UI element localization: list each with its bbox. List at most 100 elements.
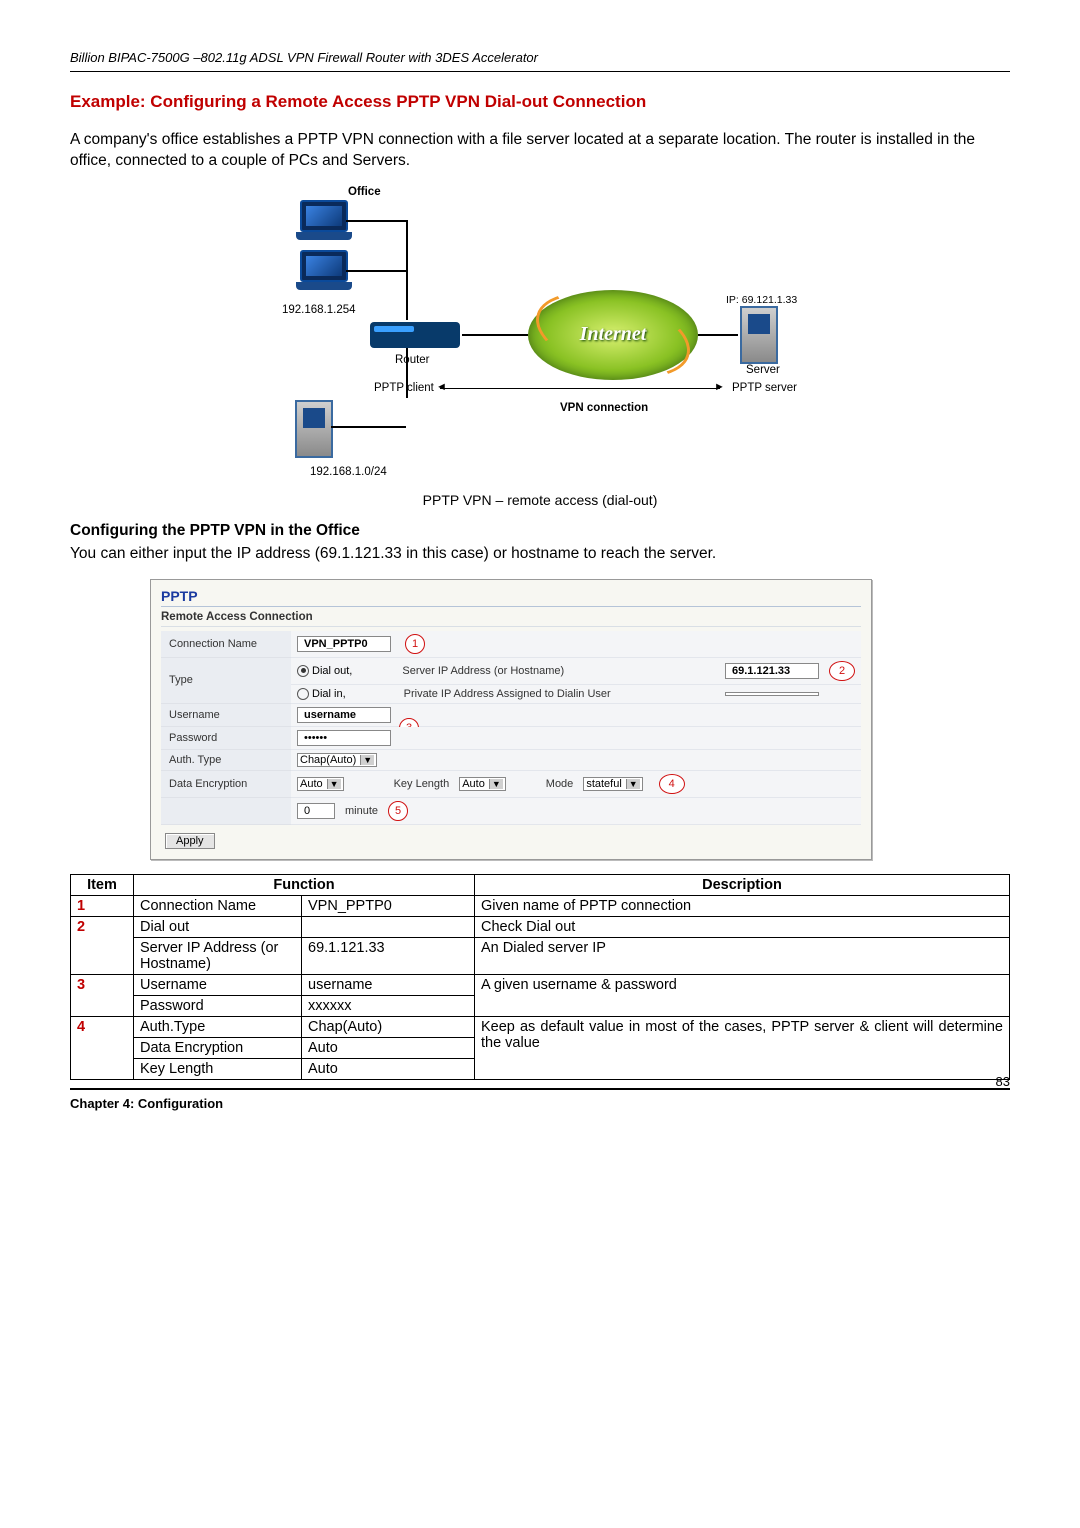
server-label: Server <box>746 364 780 376</box>
connector-line <box>346 270 406 272</box>
table-cell: An Dialed server IP <box>475 937 1010 974</box>
chevron-down-icon: ▼ <box>360 755 374 765</box>
password-input[interactable]: •••••• <box>297 730 391 746</box>
diagram-caption: PPTP VPN – remote access (dial-out) <box>423 492 658 508</box>
chevron-down-icon: ▼ <box>327 779 341 789</box>
col-item: Item <box>71 874 134 895</box>
chapter-label: Chapter 4: Configuration <box>70 1096 223 1111</box>
table-cell: 3 <box>71 974 134 1016</box>
pptp-server-label: PPTP server <box>732 382 797 394</box>
connector-line <box>462 334 528 336</box>
table-cell: Connection Name <box>134 895 302 916</box>
minute-label: minute <box>345 805 378 817</box>
table-cell: Key Length <box>134 1058 302 1079</box>
panel-subtitle: Remote Access Connection <box>161 611 861 627</box>
private-ip-label: Private IP Address Assigned to Dialin Us… <box>404 688 611 700</box>
chevron-down-icon: ▼ <box>626 779 640 789</box>
authtype-select[interactable]: Chap(Auto)▼ <box>297 753 377 767</box>
mode-select[interactable]: stateful▼ <box>583 777 642 791</box>
callout-2: 2 <box>829 661 855 681</box>
server-ip-input[interactable]: 69.1.121.33 <box>725 663 819 679</box>
laptop-icon <box>300 250 348 282</box>
server-icon <box>295 400 333 458</box>
laptop-icon <box>300 200 348 232</box>
server-ip-label: IP: 69.121.1.33 <box>726 294 797 306</box>
router-ip-label: 192.168.1.254 <box>282 304 356 316</box>
dialin-radio[interactable]: Dial in, <box>297 688 346 700</box>
table-cell: Server IP Address (or Hostname) <box>134 937 302 974</box>
vpn-conn-label: VPN connection <box>560 402 648 414</box>
table-cell: 4 <box>71 1016 134 1079</box>
connector-line <box>698 334 738 336</box>
keylen-label: Key Length <box>394 778 450 790</box>
section-title: Example: Configuring a Remote Access PPT… <box>70 92 1010 112</box>
header-rule <box>70 71 1010 72</box>
reference-table: Item Function Description 1 Connection N… <box>70 874 1010 1080</box>
table-cell: Username <box>134 974 302 995</box>
conn-name-input[interactable]: VPN_PPTP0 <box>297 636 391 652</box>
table-cell: Auto <box>302 1058 475 1079</box>
dataenc-select[interactable]: Auto▼ <box>297 777 344 791</box>
server-icon <box>740 306 778 364</box>
connector-line <box>346 220 406 222</box>
table-cell <box>302 916 475 937</box>
col-desc: Description <box>475 874 1010 895</box>
dataenc-label: Data Encryption <box>161 771 291 798</box>
pptp-config-panel: PPTP Remote Access Connection Connection… <box>150 579 872 860</box>
office-label: Office <box>348 186 381 198</box>
col-func: Function <box>134 874 475 895</box>
idle-input[interactable]: 0 <box>297 803 335 819</box>
conn-name-label: Connection Name <box>161 631 291 658</box>
username-input[interactable]: username <box>297 707 391 723</box>
idle-label <box>161 798 291 825</box>
internet-cloud-icon: Internet <box>528 290 698 380</box>
page-number: 83 <box>996 1074 1010 1089</box>
private-ip-input[interactable] <box>725 692 819 696</box>
panel-title: PPTP <box>161 588 861 607</box>
callout-4: 4 <box>659 774 685 794</box>
keylen-select[interactable]: Auto▼ <box>459 777 506 791</box>
table-cell: A given username & password <box>475 974 1010 1016</box>
config-subhead: Configuring the PPTP VPN in the Office <box>70 522 1010 540</box>
connector-line <box>406 220 408 320</box>
table-cell: 1 <box>71 895 134 916</box>
network-diagram: Office 192.168.1.254 Router 192.168.1.0/… <box>70 186 1010 508</box>
table-cell: Password <box>134 995 302 1016</box>
table-cell: Auto <box>302 1037 475 1058</box>
table-cell: Data Encryption <box>134 1037 302 1058</box>
dialout-radio[interactable]: Dial out, <box>297 665 352 677</box>
callout-1: 1 <box>405 634 425 654</box>
table-cell: Keep as default value in most of the cas… <box>475 1016 1010 1079</box>
page-footer: Chapter 4: Configuration 83 <box>70 1096 1010 1111</box>
table-cell: Auth.Type <box>134 1016 302 1037</box>
server-ip-label: Server IP Address (or Hostname) <box>402 665 564 677</box>
table-cell: xxxxxx <box>302 995 475 1016</box>
table-cell: Chap(Auto) <box>302 1016 475 1037</box>
table-cell: VPN_PPTP0 <box>302 895 475 916</box>
password-label: Password <box>161 727 291 750</box>
router-icon <box>370 322 460 348</box>
table-cell: 69.1.121.33 <box>302 937 475 974</box>
footer-rule <box>70 1088 1010 1090</box>
router-label: Router <box>395 354 430 366</box>
chevron-down-icon: ▼ <box>489 779 503 789</box>
username-label: Username <box>161 704 291 727</box>
mode-label: Mode <box>546 778 574 790</box>
subnet-label: 192.168.1.0/24 <box>310 466 387 478</box>
table-cell: Check Dial out <box>475 916 1010 937</box>
product-tagline: –802.11g ADSL VPN Firewall Router with 3… <box>190 50 538 65</box>
table-cell: Given name of PPTP connection <box>475 895 1010 916</box>
authtype-label: Auth. Type <box>161 750 291 771</box>
pptp-client-label: PPTP client <box>374 382 434 394</box>
table-cell: 2 <box>71 916 134 974</box>
table-cell: username <box>302 974 475 995</box>
connector-line <box>331 426 406 428</box>
apply-button[interactable]: Apply <box>165 833 215 849</box>
product-name: Billion BIPAC-7500G <box>70 50 190 65</box>
table-cell: Dial out <box>134 916 302 937</box>
config-subtext: You can either input the IP address (69.… <box>70 544 1010 565</box>
doc-header: Billion BIPAC-7500G –802.11g ADSL VPN Fi… <box>70 50 1010 65</box>
callout-5: 5 <box>388 801 408 821</box>
intro-paragraph: A company's office establishes a PPTP VP… <box>70 130 1010 172</box>
connector-line <box>440 388 720 389</box>
